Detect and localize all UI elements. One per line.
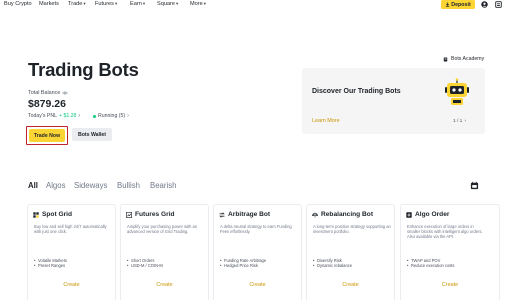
- spot-grid-icon: [33, 211, 39, 218]
- algo-order-icon: [406, 211, 412, 218]
- chevron-down-icon: ▾: [83, 1, 86, 6]
- book-icon: [443, 57, 448, 61]
- nav-markets[interactable]: Markets: [39, 1, 59, 7]
- card-description: A long-term position strategy supporting…: [313, 224, 391, 234]
- running-dot-icon: [93, 114, 96, 118]
- nav-square[interactable]: Square▾: [157, 1, 178, 7]
- create-button[interactable]: Create: [214, 282, 301, 288]
- trade-now-button[interactable]: Trade Now: [26, 126, 68, 145]
- chevron-down-icon: ▾: [114, 1, 118, 6]
- top-nav: Buy Crypto Markets Trade▾ Futures▾ Earn▾…: [0, 0, 512, 10]
- bot-card-spot-grid[interactable]: Spot Grid Buy low and sell high 24/7 aut…: [27, 204, 116, 300]
- bot-card-rebalancing-bot[interactable]: Rebalancing Bot A long-term position str…: [306, 204, 395, 300]
- user-icon[interactable]: [480, 0, 488, 8]
- card-description: Enhance execution of large orders in sma…: [407, 224, 483, 239]
- tab-algos[interactable]: Algos: [46, 181, 66, 190]
- tab-bearish[interactable]: Bearish: [150, 181, 176, 190]
- bot-card-arbitrage-bot[interactable]: Arbitrage Bot A delta neutral strategy t…: [213, 204, 302, 300]
- nav-trade[interactable]: Trade▾: [68, 1, 86, 7]
- download-icon: [446, 2, 450, 7]
- card-title: Algo Order: [415, 211, 450, 218]
- futures-grid-icon: [126, 211, 132, 218]
- todays-pnl: Today's PNL + $1.28 ›: [28, 113, 80, 119]
- card-header: Spot Grid: [33, 211, 72, 218]
- create-button[interactable]: Create: [401, 282, 499, 288]
- card-features: Funding Rate Arbitrage Hedged Price Risk: [220, 258, 266, 269]
- card-title: Futures Grid: [135, 211, 175, 218]
- running-label: Running (5): [98, 113, 126, 119]
- card-header: Rebalancing Bot: [312, 211, 373, 218]
- card-header: Algo Order: [406, 211, 449, 218]
- deposit-label: Deposit: [451, 1, 471, 8]
- pnl-label: Today's PNL: [28, 113, 57, 119]
- card-title: Spot Grid: [42, 211, 73, 218]
- eye-icon[interactable]: [62, 91, 69, 95]
- chevron-down-icon: ▾: [142, 1, 146, 6]
- card-header: Futures Grid: [126, 211, 175, 218]
- rebalancing-bot-icon: [312, 212, 318, 217]
- nav-buy-crypto[interactable]: Buy Crypto: [4, 1, 32, 7]
- card-description: Amplify your purchasing power with an ad…: [127, 224, 198, 234]
- feature-item: Dynamic rebalance: [313, 263, 352, 268]
- bot-card-algo-order[interactable]: Algo Order Enhance execution of large or…: [400, 204, 500, 300]
- tab-all[interactable]: All: [28, 181, 38, 190]
- chevron-down-icon: ▾: [203, 1, 207, 6]
- card-title: Arbitrage Bot: [228, 211, 271, 218]
- total-balance-text: Total Balance: [28, 90, 61, 96]
- promo-title: Discover Our Trading Bots: [312, 88, 401, 95]
- card-features: TWAP and POV Reduce execution costs: [407, 258, 455, 269]
- deposit-button[interactable]: Deposit: [441, 0, 475, 9]
- card-header: Arbitrage Bot: [219, 211, 270, 218]
- pnl-value: + $1.28: [58, 113, 77, 119]
- card-features: Diversify Risk Dynamic rebalance: [313, 258, 352, 269]
- feature-item: Preset Ranges: [34, 263, 67, 268]
- running-status[interactable]: Running (5) ›: [93, 113, 129, 119]
- feature-item: Hedged Price Risk: [220, 263, 266, 268]
- chevron-right-icon[interactable]: ›: [464, 119, 466, 124]
- card-description: Buy low and sell high 24/7 automatically…: [34, 224, 107, 234]
- feature-item: USD-M / COIN-M: [127, 263, 163, 268]
- create-button[interactable]: Create: [307, 282, 394, 288]
- learn-more-link[interactable]: Learn More: [312, 118, 340, 124]
- bots-wallet-button[interactable]: Bots Wallet: [72, 128, 112, 141]
- nav-futures[interactable]: Futures▾: [95, 1, 117, 7]
- arbitrage-bot-icon: [219, 211, 225, 218]
- total-balance-value: $879.26: [28, 98, 66, 110]
- nav-earn[interactable]: Earn▾: [130, 1, 145, 7]
- chevron-right-icon[interactable]: ›: [78, 113, 80, 119]
- chevron-right-icon: ›: [127, 113, 129, 119]
- orders-icon[interactable]: [494, 0, 502, 8]
- card-features: Volatile Markets Preset Ranges: [34, 258, 67, 269]
- bot-card-futures-grid[interactable]: Futures Grid Amplify your purchasing pow…: [120, 204, 209, 300]
- trade-now-label: Trade Now: [29, 129, 65, 142]
- robot-icon: [445, 78, 469, 105]
- total-balance-label: Total Balance: [28, 90, 69, 96]
- chevron-down-icon: ▾: [176, 1, 179, 6]
- pager-text: 1 / 1: [453, 119, 463, 124]
- nav-more[interactable]: More▾: [190, 1, 206, 7]
- create-button[interactable]: Create: [28, 282, 115, 288]
- card-title: Rebalancing Bot: [321, 211, 374, 218]
- page-title: Trading Bots: [28, 59, 139, 80]
- feature-item: Reduce execution costs: [407, 263, 455, 268]
- bots-academy-label: Bots Academy: [451, 56, 485, 62]
- tab-sideways[interactable]: Sideways: [74, 181, 107, 190]
- create-button[interactable]: Create: [121, 282, 208, 288]
- carousel-pager: 1 / 1 ›: [453, 119, 466, 124]
- promo-banner: Discover Our Trading Bots Learn More 1 /…: [302, 68, 485, 134]
- card-description: A delta neutral strategy to earn Funding…: [220, 224, 292, 234]
- calendar-icon[interactable]: [470, 181, 479, 190]
- tab-bullish[interactable]: Bullish: [117, 181, 140, 190]
- bots-academy-link[interactable]: Bots Academy: [443, 56, 484, 62]
- card-features: Short Orders USD-M / COIN-M: [127, 258, 163, 269]
